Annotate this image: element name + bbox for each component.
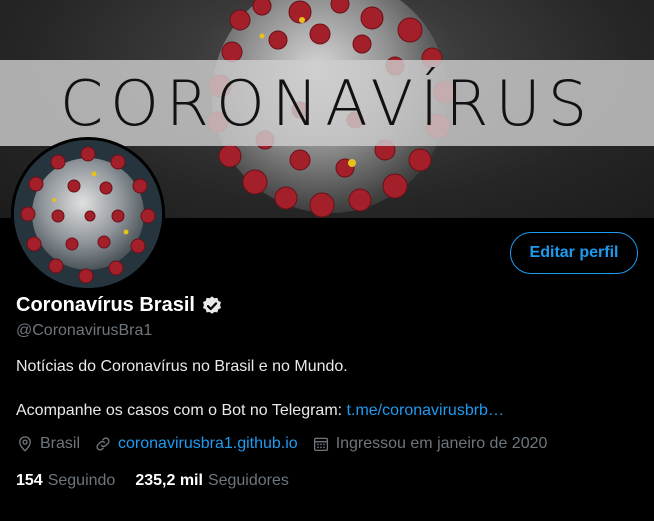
following-count: 154 — [16, 472, 43, 489]
profile-name: Coronavírus Brasil — [16, 294, 195, 316]
edit-profile-button[interactable]: Editar perfil — [510, 232, 638, 274]
link-icon — [96, 437, 110, 451]
profile-stats: 154 Seguindo 235,2 mil Seguidores — [16, 472, 309, 490]
telegram-link[interactable]: t.me/coronavirusbrb… — [347, 402, 504, 419]
joined-text: Ingressou em janeiro de 2020 — [335, 435, 548, 452]
avatar-virus-image — [14, 140, 162, 288]
location-pin-icon — [19, 436, 31, 452]
website-item: coronavirusbra1.github.io — [94, 435, 298, 453]
banner-title: CORONAVÍRUS — [59, 66, 595, 140]
followers-label: Seguidores — [207, 472, 289, 489]
bio-line-2: Acompanhe os casos com o Bot no Telegram… — [16, 402, 504, 420]
bio-line-1: Notícias do Coronavírus no Brasil e no M… — [16, 358, 348, 375]
joined-item: Ingressou em janeiro de 2020 — [312, 435, 548, 453]
location-text: Brasil — [40, 435, 81, 452]
avatar[interactable] — [11, 137, 165, 291]
verified-badge-icon — [202, 295, 221, 314]
profile-name-row: Coronavírus Brasil — [16, 294, 223, 317]
bio-line-2-text: Acompanhe os casos com o Bot no Telegram… — [16, 402, 347, 419]
following-stat[interactable]: 154 Seguindo — [16, 472, 115, 490]
followers-stat[interactable]: 235,2 mil Seguidores — [135, 472, 289, 490]
profile-handle: @CoronavirusBra1 — [16, 322, 153, 339]
calendar-icon — [313, 437, 328, 452]
followers-count: 235,2 mil — [135, 472, 203, 489]
following-label: Seguindo — [47, 472, 116, 489]
website-link[interactable]: coronavirusbra1.github.io — [118, 435, 298, 453]
location-item: Brasil — [16, 435, 80, 453]
profile-meta: Brasil coronavirusbra1.github.io Ingress… — [16, 435, 561, 453]
